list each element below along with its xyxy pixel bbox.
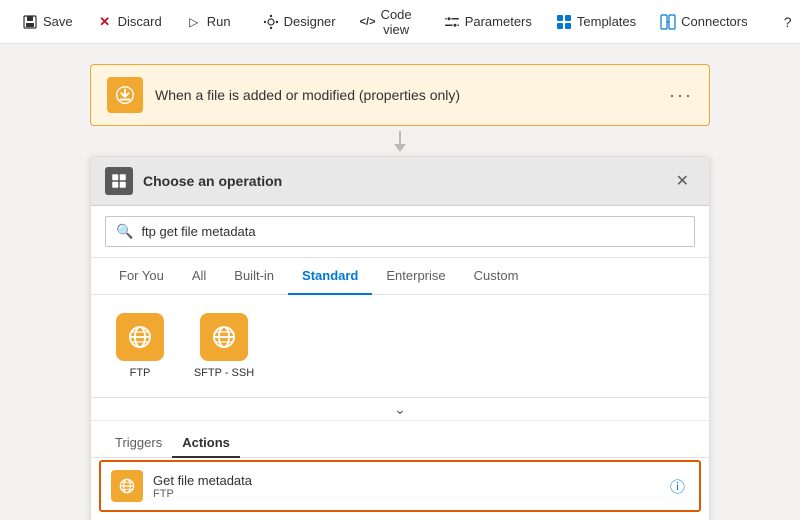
result-item-get-file-metadata-path[interactable]: Get file metadata using path FTP ⓘ xyxy=(91,514,709,520)
designer-label: Designer xyxy=(284,14,336,29)
tab-enterprise[interactable]: Enterprise xyxy=(372,258,459,295)
connectors-label: Connectors xyxy=(681,14,747,29)
search-box: 🔍 xyxy=(105,216,695,247)
tab-all[interactable]: All xyxy=(178,258,220,295)
result-name-0: Get file metadata xyxy=(153,473,666,488)
connectors-button[interactable]: Connectors xyxy=(650,8,757,36)
trigger-title: When a file is added or modified (proper… xyxy=(155,87,669,103)
operation-dialog: Choose an operation ✕ 🔍 For You All Buil… xyxy=(90,156,710,520)
search-input[interactable] xyxy=(141,224,684,239)
dialog-title: Choose an operation xyxy=(143,173,670,189)
parameters-icon xyxy=(444,14,460,30)
search-row: 🔍 xyxy=(91,206,709,258)
chevron-down-icon: ⌄ xyxy=(394,402,406,416)
sftp-label: SFTP - SSH xyxy=(194,367,254,379)
codeview-label: Code view xyxy=(381,7,412,37)
result-list: Get file metadata FTP ⓘ Get file me xyxy=(91,460,709,520)
inner-tab-actions[interactable]: Actions xyxy=(172,429,240,458)
save-label: Save xyxy=(43,14,73,29)
connector-sftp-ssh[interactable]: SFTP - SSH xyxy=(189,309,259,383)
discard-label: Discard xyxy=(118,14,162,29)
templates-label: Templates xyxy=(577,14,636,29)
collapse-toggle[interactable]: ⌄ xyxy=(91,398,709,421)
trigger-block[interactable]: When a file is added or modified (proper… xyxy=(90,64,710,126)
tab-custom[interactable]: Custom xyxy=(460,258,533,295)
inner-tabs: Triggers Actions xyxy=(91,421,709,458)
flow-arrow xyxy=(20,126,780,156)
help-button[interactable]: ? Help xyxy=(770,8,800,36)
trigger-icon xyxy=(107,77,143,113)
inner-tab-triggers[interactable]: Triggers xyxy=(105,429,172,458)
dialog-close-button[interactable]: ✕ xyxy=(670,169,695,193)
connectors-section: FTP SFTP - SSH xyxy=(91,295,709,398)
result-info-0[interactable]: ⓘ xyxy=(666,472,689,501)
connectors-grid: FTP SFTP - SSH xyxy=(105,309,695,383)
canvas: When a file is added or modified (proper… xyxy=(0,44,800,520)
run-button[interactable]: ▷ Run xyxy=(176,8,241,36)
ftp-label: FTP xyxy=(130,367,151,379)
toolbar: Save ✕ Discard ▷ Run Designer </> Code v… xyxy=(0,0,800,44)
result-sub-0: FTP xyxy=(153,488,666,500)
codeview-icon: </> xyxy=(360,14,376,30)
help-icon: ? xyxy=(780,14,796,30)
save-icon xyxy=(22,14,38,30)
search-icon: 🔍 xyxy=(116,223,133,240)
run-label: Run xyxy=(207,14,231,29)
result-item-get-file-metadata[interactable]: Get file metadata FTP ⓘ xyxy=(99,460,701,512)
designer-button[interactable]: Designer xyxy=(253,8,346,36)
tab-for-you[interactable]: For You xyxy=(105,258,178,295)
save-button[interactable]: Save xyxy=(12,8,83,36)
parameters-button[interactable]: Parameters xyxy=(434,8,542,36)
discard-button[interactable]: ✕ Discard xyxy=(87,8,172,36)
result-icon-0 xyxy=(111,470,143,502)
tab-built-in[interactable]: Built-in xyxy=(220,258,288,295)
dialog-header: Choose an operation ✕ xyxy=(91,157,709,206)
operation-tabs: For You All Built-in Standard Enterprise… xyxy=(91,258,709,295)
parameters-label: Parameters xyxy=(465,14,532,29)
templates-icon xyxy=(556,14,572,30)
designer-icon xyxy=(263,14,279,30)
discard-icon: ✕ xyxy=(97,14,113,30)
tab-standard[interactable]: Standard xyxy=(288,258,372,295)
connectors-icon xyxy=(660,14,676,30)
connector-ftp[interactable]: FTP xyxy=(105,309,175,383)
dialog-header-icon xyxy=(105,167,133,195)
run-icon: ▷ xyxy=(186,14,202,30)
codeview-button[interactable]: </> Code view xyxy=(350,1,422,43)
ftp-icon xyxy=(116,313,164,361)
result-text-0: Get file metadata FTP xyxy=(153,473,666,500)
trigger-more-button[interactable]: ··· xyxy=(669,85,693,106)
arrow-head xyxy=(394,144,406,152)
sftp-icon xyxy=(200,313,248,361)
templates-button[interactable]: Templates xyxy=(546,8,646,36)
